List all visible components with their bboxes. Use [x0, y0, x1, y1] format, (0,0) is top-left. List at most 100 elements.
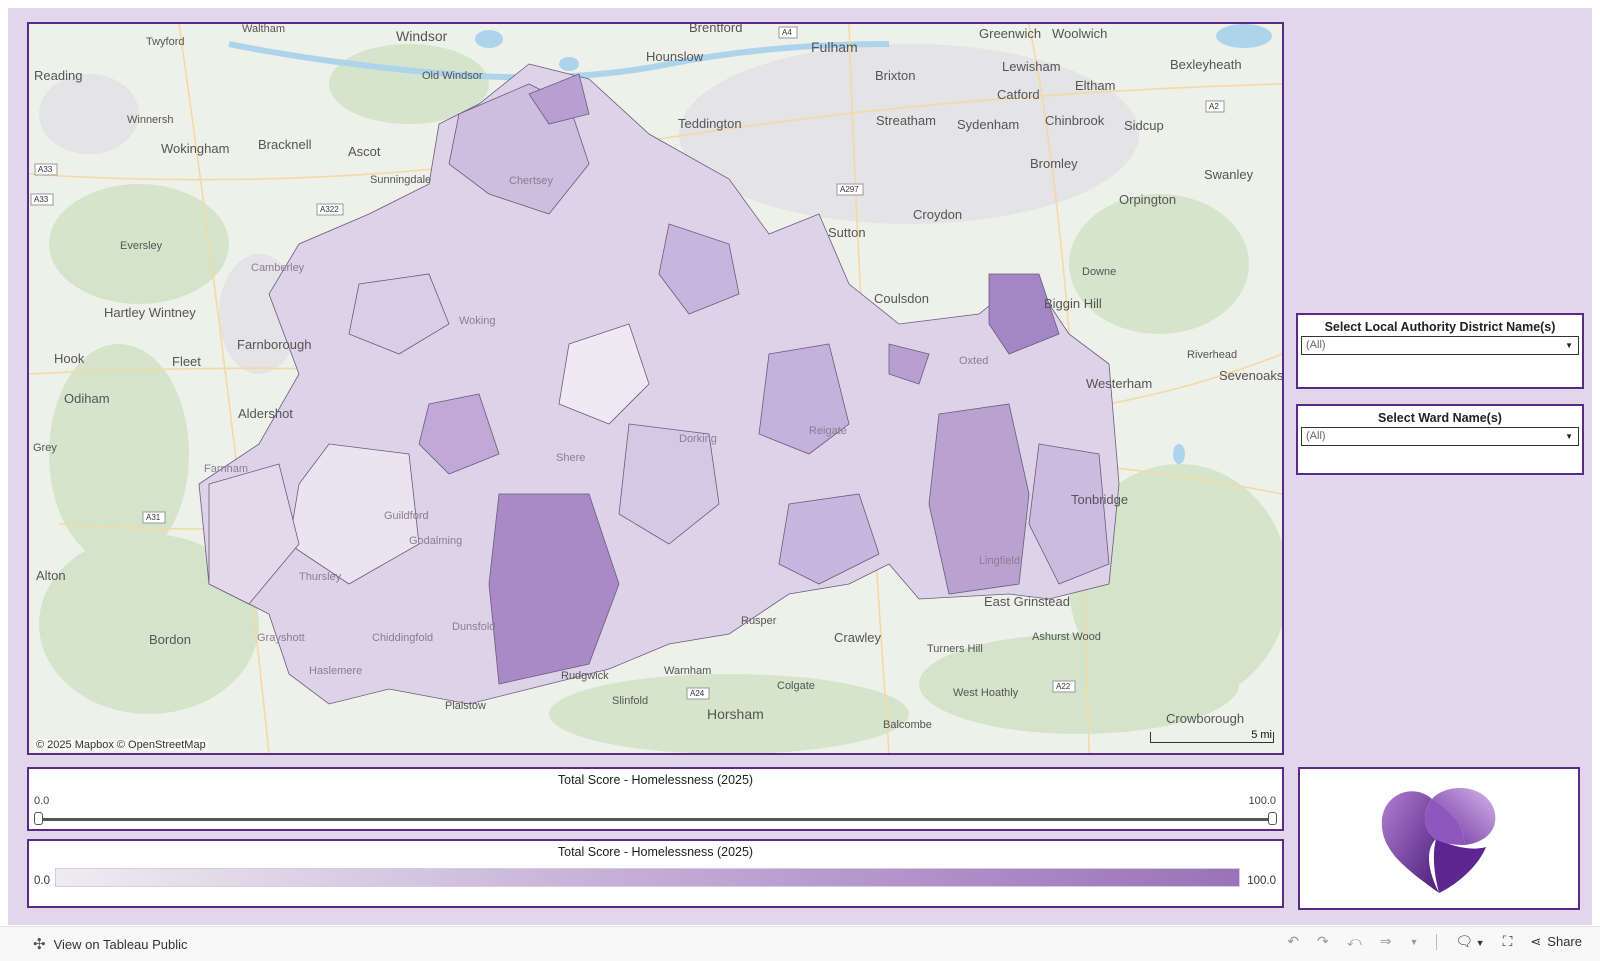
download-icon[interactable]: 🗨 ▼ [1455, 933, 1484, 950]
undo-icon[interactable]: ↶ [1287, 933, 1299, 950]
range-min-label: 0.0 [34, 795, 50, 807]
fullscreen-icon[interactable]: ⛶ [1503, 933, 1513, 950]
dropdown-value: (All) [1306, 339, 1326, 351]
road-shield: A4 [778, 26, 798, 39]
map-label: Riverhead [1187, 349, 1237, 361]
map-label: Downe [1082, 266, 1116, 278]
ward-dropdown[interactable]: (All) ▼ [1301, 427, 1579, 446]
map-label: Reading [34, 68, 82, 83]
color-legend: Total Score - Homelessness (2025) 0.0 10… [27, 839, 1284, 908]
map-label: Turners Hill [927, 643, 983, 655]
svg-text:A33: A33 [38, 165, 53, 174]
local-authority-dropdown[interactable]: (All) ▼ [1301, 336, 1579, 355]
map-label: Old Windsor [422, 70, 483, 82]
map-label: Chertsey [509, 175, 554, 187]
map-label: Balcombe [883, 719, 932, 731]
legend-color-ramp [55, 868, 1240, 887]
filter-title: Select Local Authority District Name(s) [1324, 320, 1556, 334]
map-label: Croydon [913, 207, 962, 222]
map-label: Eltham [1075, 78, 1115, 93]
map-label: Bexleyheath [1170, 57, 1242, 72]
map-scale-label: 5 mi [1251, 729, 1272, 741]
range-filter-title: Total Score - Homelessness (2025) [557, 773, 754, 787]
map-label: Westerham [1086, 376, 1152, 391]
range-min-handle[interactable] [34, 812, 43, 825]
map-label: Lewisham [1002, 59, 1061, 74]
map-label: Woolwich [1052, 26, 1107, 41]
map-label: Plaistow [445, 700, 486, 712]
map-label: Hounslow [646, 49, 704, 64]
map-label: Rusper [741, 615, 777, 627]
map-label: Guildford [384, 510, 429, 522]
map-label: Wokingham [161, 141, 229, 156]
dropdown-value: (All) [1306, 430, 1326, 442]
map-label: East Grinstead [984, 594, 1070, 609]
caret-down-icon: ▼ [1565, 341, 1573, 350]
range-max-handle[interactable] [1268, 812, 1277, 825]
map-label: Crawley [834, 630, 881, 645]
map-label: Farnborough [237, 337, 311, 352]
map-label: Camberley [251, 262, 305, 274]
range-slider-track[interactable] [37, 818, 1274, 821]
map-label: Orpington [1119, 192, 1176, 207]
map-label: Coulsdon [874, 291, 929, 306]
map-label: Dorking [679, 433, 717, 445]
map-label: Odiham [64, 391, 110, 406]
map-label: Aldershot [238, 406, 293, 421]
map-label: Haslemere [309, 665, 362, 677]
map-label: Warnham [664, 665, 711, 677]
map-label: Bordon [149, 632, 191, 647]
refresh-dropdown-icon[interactable]: ▼ [1409, 937, 1418, 947]
map-label: Biggin Hill [1044, 296, 1102, 311]
map-canvas[interactable]: Waltham Windsor Brentford Fulham Greenwi… [29, 24, 1282, 753]
map-label: Brentford [689, 24, 742, 35]
map-label: Chiddingfold [372, 632, 433, 644]
svg-text:A24: A24 [690, 689, 705, 698]
filter-title: Select Ward Name(s) [1378, 411, 1502, 425]
map-label: Sutton [828, 225, 866, 240]
map-label: Grey [33, 442, 57, 454]
map-label: Grayshott [257, 632, 305, 644]
map-label: Sidcup [1124, 118, 1164, 133]
svg-text:A22: A22 [1056, 682, 1071, 691]
logo-panel [1298, 767, 1580, 910]
map-label: Slinfold [612, 695, 648, 707]
map-label: Sydenham [957, 117, 1019, 132]
map-label: Godalming [409, 535, 462, 547]
map-label: Hook [54, 351, 85, 366]
map-label: Fulham [811, 39, 858, 55]
map-label: Windsor [396, 28, 448, 44]
redo-icon[interactable]: ↷ [1317, 933, 1329, 950]
range-max-label: 100.0 [1248, 795, 1276, 807]
filter-local-authority: Select Local Authority District Name(s) … [1296, 313, 1584, 389]
map-label: Woking [459, 315, 495, 327]
map-label: Crowborough [1166, 711, 1244, 726]
view-on-tableau-label: View on Tableau Public [53, 936, 188, 952]
tableau-logo-icon: ✣ [33, 936, 46, 953]
map-label: Dunsfold [452, 621, 495, 633]
map-label: Brixton [875, 68, 915, 83]
score-range-filter: Total Score - Homelessness (2025) 0.0 10… [27, 767, 1284, 831]
map-label: Twyford [146, 36, 185, 48]
refresh-icon[interactable]: ⇒ [1380, 933, 1392, 950]
legend-title: Total Score - Homelessness (2025) [557, 845, 754, 859]
map-label: Bracknell [258, 137, 312, 152]
view-on-tableau-public-link[interactable]: ✣ View on Tableau Public [33, 935, 188, 953]
tableau-toolbar: ✣ View on Tableau Public ↶ ↷ ⤺ ⇒ ▼ 🗨 ▼ ⛶… [0, 926, 1600, 961]
map-label: Chinbrook [1045, 113, 1105, 128]
map-label: Sunningdale [370, 174, 431, 186]
map-label: Ascot [348, 144, 381, 159]
svg-text:A31: A31 [146, 513, 161, 522]
map-label: Greenwich [979, 26, 1041, 41]
revert-icon[interactable]: ⤺ [1347, 933, 1362, 950]
map-label: Alton [36, 568, 66, 583]
map-label: Horsham [707, 706, 764, 722]
map-panel[interactable]: Waltham Windsor Brentford Fulham Greenwi… [27, 22, 1284, 755]
share-label: Share [1547, 934, 1582, 949]
map-label: Hartley Wintney [104, 305, 196, 320]
map-attribution[interactable]: © 2025 Mapbox © OpenStreetMap [34, 739, 208, 751]
share-button[interactable]: ⋖ Share [1530, 934, 1582, 950]
map-label: Farnham [204, 463, 248, 475]
map-label: Winnersh [127, 114, 173, 126]
road-shield: A2 [1205, 100, 1225, 113]
